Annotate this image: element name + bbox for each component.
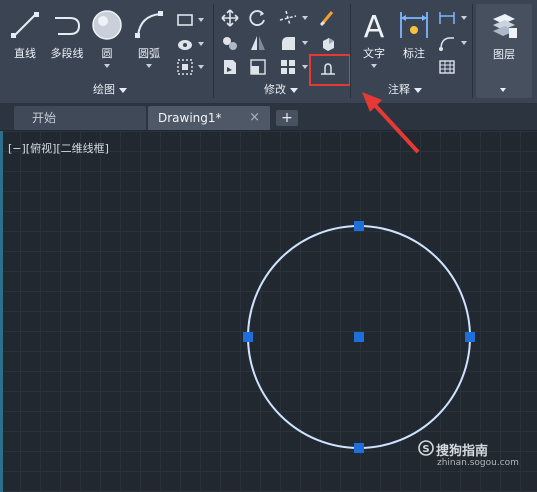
draw-panel-expand-icon: [119, 87, 127, 93]
svg-text:A: A: [364, 10, 385, 42]
close-tab-icon[interactable]: ×: [249, 106, 260, 130]
array-dropdown-icon[interactable]: [302, 65, 308, 69]
modify-panel-title-text: 修改: [264, 83, 286, 96]
circle-icon: [92, 10, 122, 40]
modify-panel-title[interactable]: 修改: [246, 82, 316, 98]
trim-dropdown-icon[interactable]: [302, 16, 308, 20]
quadrant-grip-right[interactable]: [465, 332, 475, 342]
line-button[interactable]: 直线: [6, 2, 44, 74]
watermark-url: zhinan.sogou.com: [437, 458, 519, 468]
annotate-panel-expand-icon: [414, 87, 422, 93]
draw-panel-title-text: 绘图: [93, 83, 115, 96]
boundary-icon[interactable]: [175, 57, 195, 77]
panel-divider: [213, 4, 214, 98]
mirror-icon[interactable]: [248, 33, 268, 53]
layers-icon: [493, 14, 517, 38]
arc-dropdown-icon[interactable]: [146, 64, 152, 68]
tab-drawing1[interactable]: Drawing1* ×: [148, 106, 270, 130]
document-tab-bar: 开始 Drawing1* × +: [0, 104, 537, 130]
text-button[interactable]: A 文字: [356, 2, 392, 74]
polyline-button[interactable]: 多段线: [44, 2, 90, 74]
array-icon[interactable]: [278, 57, 298, 77]
explode-icon[interactable]: [318, 33, 338, 53]
sogou-logo-icon: S: [418, 440, 434, 456]
annotate-panel-title-text: 注释: [388, 83, 410, 96]
leader-dropdown-icon[interactable]: [461, 41, 467, 45]
ribbon: 直线 多段线 圆 圆弧 绘图 修改 A 文字 标注 注释 图层: [0, 0, 537, 104]
fillet-icon[interactable]: [278, 33, 298, 53]
circle-label: 圆: [101, 47, 113, 60]
boundary-dropdown-icon[interactable]: [198, 65, 204, 69]
center-grip[interactable]: [354, 332, 364, 342]
layers-dropdown-icon[interactable]: [500, 88, 506, 92]
arc-icon: [135, 11, 163, 38]
modify-panel-expand-icon: [290, 87, 298, 93]
rotate-icon[interactable]: [248, 8, 268, 28]
rectangle-dropdown-icon[interactable]: [198, 18, 204, 22]
tab-start-label: 开始: [32, 111, 57, 125]
scale-icon[interactable]: [248, 57, 268, 77]
quadrant-grip-top[interactable]: [354, 221, 364, 231]
text-dropdown-icon[interactable]: [371, 64, 377, 68]
linear-dimension-icon[interactable]: [437, 8, 457, 28]
circle-dropdown-icon[interactable]: [104, 64, 110, 68]
dimension-icon: [400, 12, 428, 38]
svg-text:S: S: [422, 444, 429, 455]
trim-icon[interactable]: [278, 8, 298, 28]
hatch-icon[interactable]: [175, 34, 195, 54]
dimension-button[interactable]: 标注: [396, 2, 432, 74]
panel-divider: [472, 4, 473, 98]
circle-button[interactable]: 圆: [90, 2, 124, 74]
layers-button[interactable]: 图层: [476, 4, 532, 98]
rectangle-icon[interactable]: [175, 10, 195, 30]
drawing-svg: [243, 221, 475, 453]
arc-button[interactable]: 圆弧: [128, 2, 170, 74]
line-icon: [11, 12, 39, 38]
panel-divider: [350, 4, 351, 98]
linear-dimension-dropdown-icon[interactable]: [461, 16, 467, 20]
hatch-dropdown-icon[interactable]: [198, 42, 204, 46]
erase-icon[interactable]: [318, 8, 338, 28]
draw-panel-title[interactable]: 绘图: [60, 82, 160, 98]
move-icon[interactable]: [220, 8, 240, 28]
dimension-label: 标注: [403, 47, 425, 60]
tab-start[interactable]: 开始: [14, 106, 146, 130]
line-label: 直线: [14, 47, 36, 60]
watermark-brand: 搜狗指南: [436, 444, 489, 459]
table-icon[interactable]: [437, 57, 457, 77]
new-tab-button[interactable]: +: [276, 110, 298, 126]
quadrant-grip-bottom[interactable]: [354, 443, 364, 453]
polyline-label: 多段线: [50, 47, 84, 60]
quadrant-grip-left[interactable]: [243, 332, 253, 342]
tab-drawing1-label: Drawing1*: [158, 111, 222, 125]
stretch-icon[interactable]: [220, 57, 240, 77]
leader-icon[interactable]: [437, 33, 457, 53]
annotate-panel-title[interactable]: 注释: [365, 82, 445, 98]
copy-icon[interactable]: [220, 33, 240, 53]
text-label: 文字: [363, 47, 385, 60]
fillet-dropdown-icon[interactable]: [302, 41, 308, 45]
layers-label: 图层: [493, 48, 515, 61]
text-icon: A: [364, 10, 385, 42]
arc-label: 圆弧: [138, 47, 160, 60]
polyline-icon: [55, 17, 81, 35]
